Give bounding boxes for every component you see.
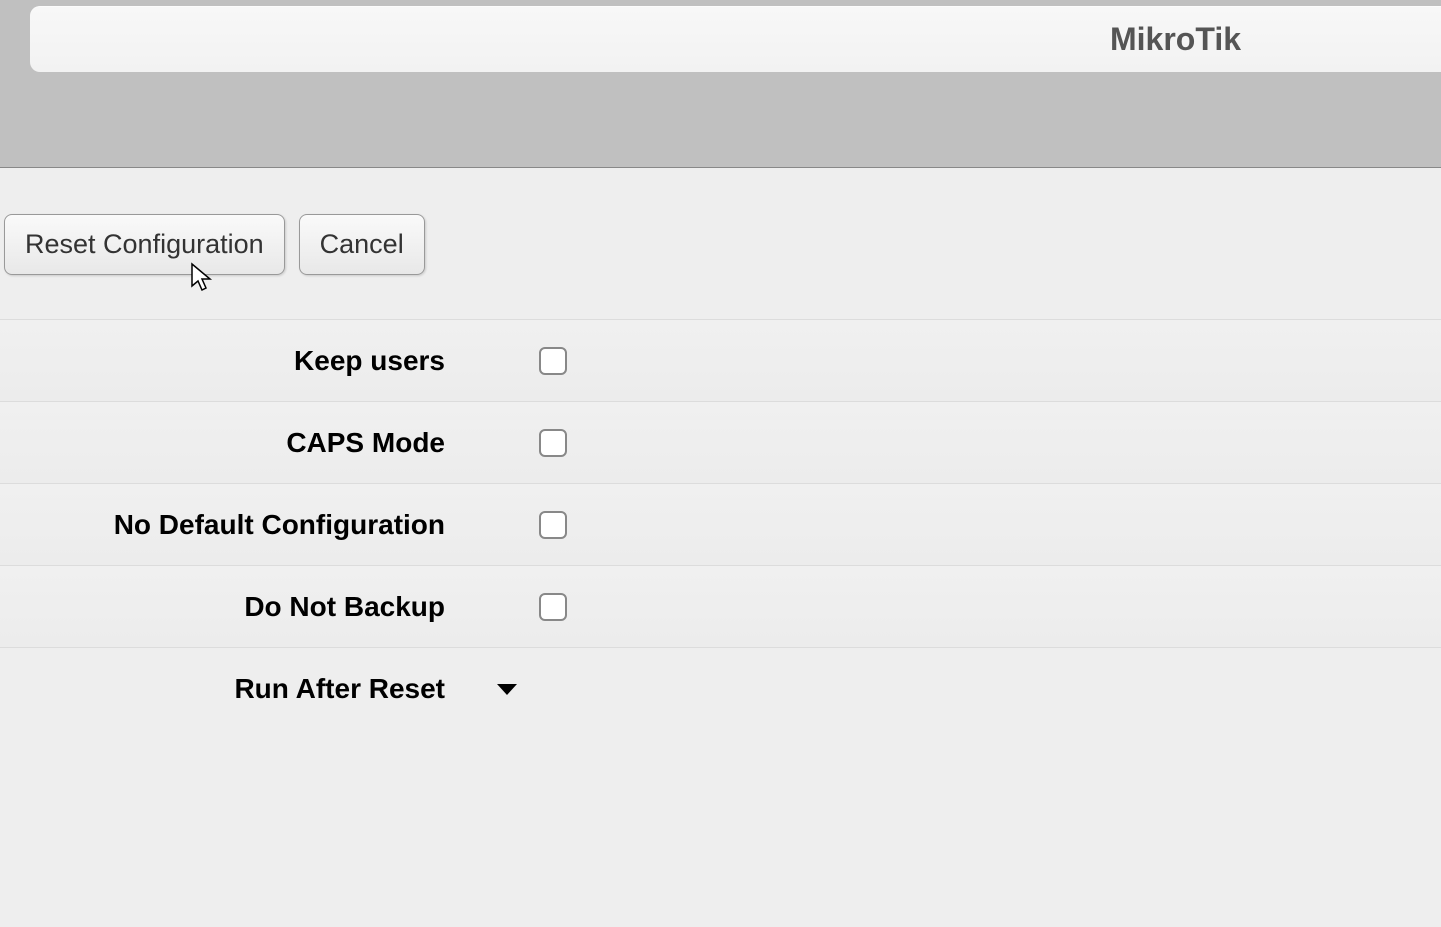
form-row-caps-mode: CAPS Mode bbox=[0, 402, 1441, 484]
form-row-no-default-config: No Default Configuration bbox=[0, 484, 1441, 566]
title-box: MikroTik bbox=[30, 6, 1441, 72]
toolbar: Reset Configuration Cancel bbox=[0, 168, 1441, 320]
form-row-run-after-reset: Run After Reset bbox=[0, 648, 1441, 730]
form-row-do-not-backup: Do Not Backup bbox=[0, 566, 1441, 648]
caps-mode-label: CAPS Mode bbox=[0, 427, 445, 459]
app-title: MikroTik bbox=[1110, 21, 1241, 58]
run-after-reset-label: Run After Reset bbox=[0, 673, 445, 705]
chevron-down-icon bbox=[495, 682, 519, 696]
form-row-keep-users: Keep users bbox=[0, 320, 1441, 402]
do-not-backup-label: Do Not Backup bbox=[0, 591, 445, 623]
header-bar: MikroTik bbox=[0, 0, 1441, 168]
keep-users-checkbox[interactable] bbox=[539, 347, 567, 375]
cancel-button[interactable]: Cancel bbox=[299, 214, 425, 275]
no-default-config-label: No Default Configuration bbox=[0, 509, 445, 541]
keep-users-label: Keep users bbox=[0, 345, 445, 377]
reset-configuration-button[interactable]: Reset Configuration bbox=[4, 214, 285, 275]
content-area: Reset Configuration Cancel Keep users CA… bbox=[0, 168, 1441, 730]
no-default-config-checkbox[interactable] bbox=[539, 511, 567, 539]
caps-mode-checkbox[interactable] bbox=[539, 429, 567, 457]
run-after-reset-dropdown[interactable] bbox=[495, 682, 519, 696]
do-not-backup-checkbox[interactable] bbox=[539, 593, 567, 621]
